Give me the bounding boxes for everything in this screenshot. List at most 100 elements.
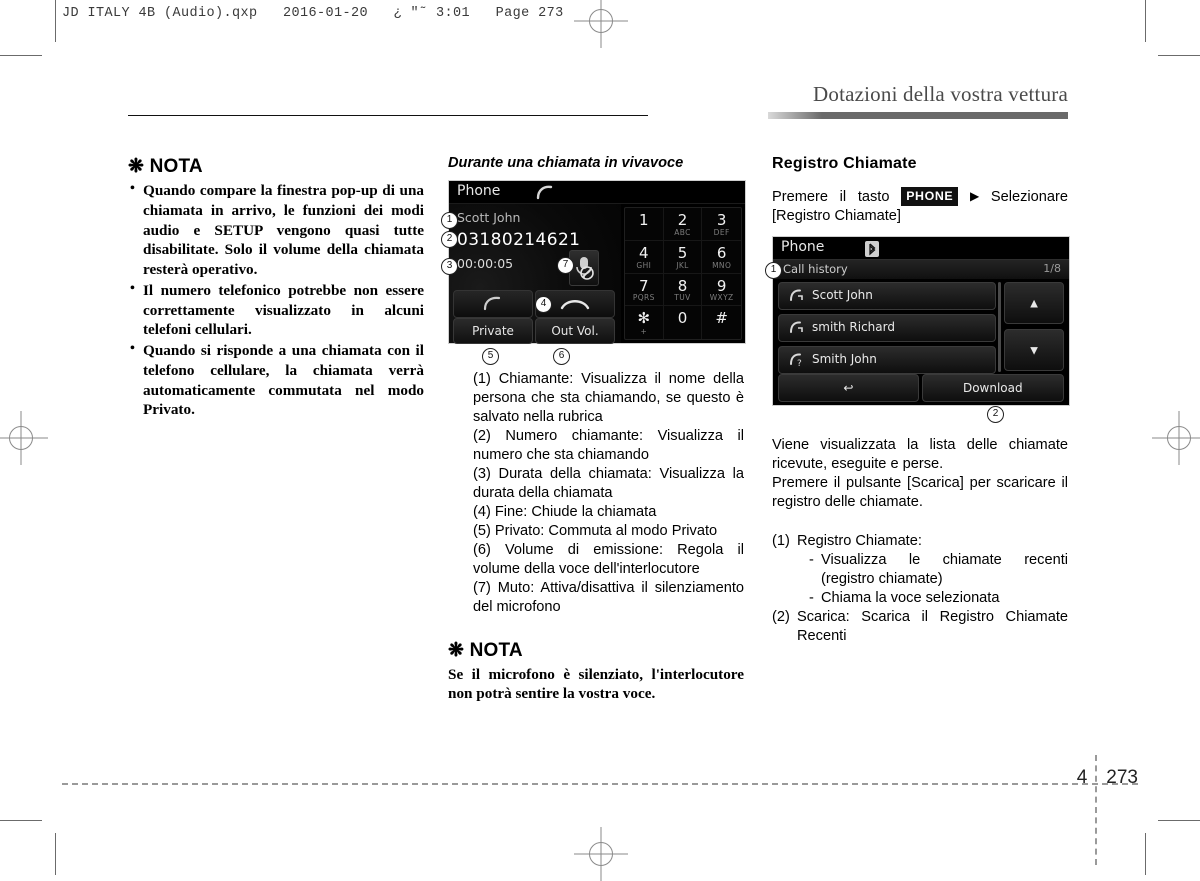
keypad-key[interactable]: 6 MNO	[702, 241, 741, 274]
right-numbered-list: (1) Registro Chiamate: - Visualizza le ch…	[772, 532, 1068, 646]
call-mode-row: Private Out Vol.	[453, 318, 617, 344]
nota-text-middle: Se il microfono è silenziato, l'interloc…	[448, 665, 744, 703]
dash-marker: -	[809, 589, 814, 606]
keypad-key[interactable]: 5 JKL	[663, 240, 703, 274]
list-item: Il numero telefonico potrebbe non essere…	[128, 280, 424, 340]
call-info-panel: Scott John 03180214621 00:00:05 Private …	[449, 204, 621, 344]
list-item[interactable]: smith Richard	[778, 313, 996, 342]
keypad-key[interactable]: 8 TUV	[663, 273, 703, 307]
dial-keypad: 1 2 ABC 3 DEF 4 GHI 5 JKL 6 MNO 7 PQRS 8 TUV 9W…	[624, 207, 742, 340]
output-volume-button[interactable]: Out Vol.	[535, 318, 615, 344]
mute-microphone-icon	[576, 257, 594, 280]
sub-list-item: - Chiama la voce selezionata	[809, 589, 1068, 608]
description-paragraph-1: Viene visualizzata la lista delle chiama…	[772, 436, 1068, 472]
sub-list-item: - Visualizza le chiamate recenti (registr…	[809, 551, 1068, 589]
keypad-digit: 1	[639, 211, 649, 229]
contact-name: smith Richard	[812, 319, 895, 334]
right-column: Registro Chiamate Premere il tasto PHONE…	[765, 155, 1070, 646]
intro-paragraph: Premere il tasto PHONE ▶ Selezionare [Re…	[772, 187, 1068, 226]
missed-call-icon: ?	[788, 352, 804, 373]
keypad-digit: #	[715, 309, 728, 328]
keypad-digit: 7	[639, 276, 649, 295]
keypad-key[interactable]: 7 PQRS	[625, 273, 664, 307]
header-accent-bar	[768, 112, 1068, 119]
caller-name: Scott John	[457, 210, 521, 225]
folio-number: 273	[1106, 767, 1138, 788]
section-heading: Registro Chiamate	[772, 155, 917, 172]
crop-mark-bl-v	[55, 833, 56, 875]
keypad-key[interactable]: 0	[664, 306, 703, 339]
list-item[interactable]: ? Smith John	[778, 345, 996, 374]
registration-mark-top	[583, 3, 619, 39]
keypad-digit: 3	[716, 211, 727, 229]
keypad-digit: 4	[639, 243, 649, 262]
footer-rule	[62, 783, 1138, 785]
callout-row-bottom: 5 6	[448, 348, 744, 365]
crop-mark-br-h	[1158, 820, 1200, 821]
screen-title-bar: Phone	[449, 181, 745, 204]
scroll-buttons: ▲ ▼	[1004, 281, 1064, 376]
keypad-digit: 5	[677, 243, 688, 262]
nota-bullet-list-left: Quando compare la finestra pop-up di una…	[128, 180, 424, 420]
outgoing-call-icon	[788, 320, 804, 341]
scroll-up-button[interactable]: ▲	[1004, 281, 1064, 324]
keypad-digit: ✻	[637, 309, 651, 328]
list-item: (5) Privato: Commuta al modo Privato	[473, 522, 718, 539]
print-slug-line: JD ITALY 4B (Audio).qxp 2016-01-20 ¿ "˜ …	[62, 6, 564, 21]
sub-item-text: Visualizza le chiamate recenti (registro…	[821, 551, 1068, 587]
keypad-digit: 6	[716, 243, 727, 262]
callout-marker-1: 1	[765, 261, 782, 279]
list-item: (6) Volume di emissione: Regola il volum…	[473, 541, 744, 577]
keypad-letters: PQRS	[632, 293, 655, 303]
keypad-key[interactable]: 2 ABC	[663, 208, 703, 241]
keypad-key[interactable]: #	[702, 306, 741, 339]
svg-text:?: ?	[797, 359, 802, 368]
keypad-key[interactable]: 9 WXYZ	[702, 274, 741, 307]
middle-column: Durante una chiamata in vivavoce Phone S…	[441, 155, 746, 704]
list-item[interactable]: Scott John	[778, 281, 996, 310]
screen-title-bar: Phone	[773, 236, 1069, 259]
back-button[interactable]: ↩	[778, 373, 919, 402]
item-number: (2)	[772, 608, 790, 625]
middle-subheading: Durante una chiamata in vivavoce	[448, 155, 684, 171]
keypad-key[interactable]: 4 GHI	[625, 240, 664, 274]
callout-row-bottom-right: 2	[772, 405, 1068, 423]
list-item: (1) Registro Chiamate: - Visualizza le ch…	[772, 532, 1068, 608]
item-number: (1)	[772, 532, 790, 549]
triangle-down-icon: ▼	[1027, 342, 1041, 358]
contact-name: Scott John	[812, 287, 873, 302]
private-mode-button[interactable]: Private	[453, 318, 533, 344]
item-text: Scarica: Scarica il Registro Chiamate Re…	[797, 608, 1068, 644]
call-history-screen-screenshot: Phone Call history 1/8 Scott John smith …	[765, 235, 1070, 406]
chevron-right-icon: ▶	[969, 189, 980, 203]
download-button[interactable]: Download	[921, 373, 1064, 402]
dash-marker: -	[809, 551, 814, 568]
crop-mark-tl-v	[55, 0, 56, 42]
scroll-down-button[interactable]: ▼	[1004, 328, 1064, 371]
keypad-letters: DEF	[713, 227, 730, 237]
contact-name: Smith John	[812, 351, 877, 366]
registration-mark-left	[3, 420, 39, 456]
call-history-list: Scott John smith Richard ? Smith John	[778, 281, 996, 378]
keypad-letters: +	[640, 327, 648, 336]
callout-marker-2: 2	[441, 231, 458, 248]
keypad-digit: 8	[677, 276, 688, 295]
list-item: (7) Muto: Attiva/disattiva il silenziame…	[473, 579, 744, 615]
call-history-footer: ↩ Download	[778, 373, 1064, 402]
callout-marker-1: 1	[441, 212, 458, 229]
keypad-key[interactable]: ✻ +	[625, 306, 664, 339]
list-item: (1) Chiamante: Visualizza il nome della …	[473, 371, 744, 425]
crop-mark-tr-h	[1158, 55, 1200, 56]
list-item: Quando compare la finestra pop-up di una…	[128, 180, 424, 280]
keypad-digit: 0	[677, 309, 688, 328]
keypad-letters: ABC	[674, 227, 691, 237]
scroll-track[interactable]	[998, 281, 1001, 372]
answer-call-button[interactable]	[453, 290, 533, 318]
keypad-key[interactable]: 1	[625, 208, 664, 241]
keypad-key[interactable]: 3 DEF	[702, 208, 741, 241]
keypad-letters: WXYZ	[709, 293, 734, 303]
list-item: Quando si risponde a una chiamata con il…	[128, 340, 424, 420]
page-title: Dotazioni della vostra vettura	[813, 82, 1068, 106]
registration-mark-right	[1161, 420, 1197, 456]
callout-marker-6: 6	[553, 348, 570, 365]
